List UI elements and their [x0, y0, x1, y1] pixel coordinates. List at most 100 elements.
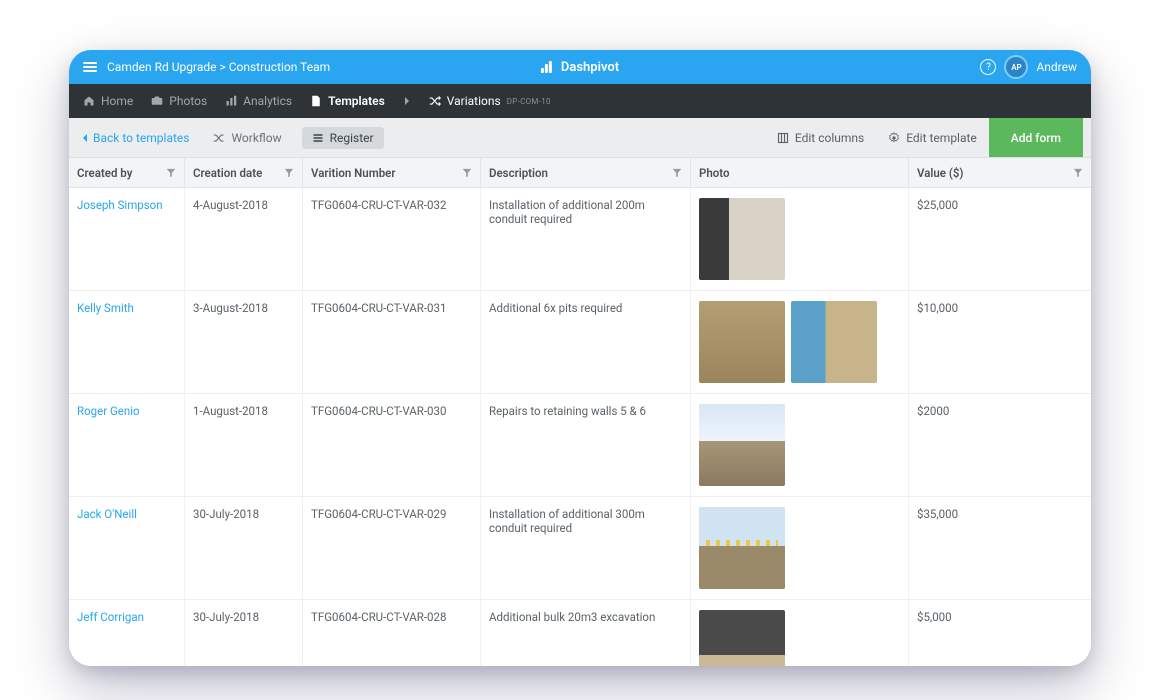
- nav-variations-label: Variations: [447, 94, 501, 108]
- column-photo-label: Photo: [699, 166, 730, 180]
- cell-variation-number: TFG0604-CRU-CT-VAR-028: [303, 600, 481, 666]
- nav-variations-code: DP-COM-10: [507, 97, 551, 106]
- cell-value: $5,000: [909, 600, 1091, 666]
- cell-description: Additional bulk 20m3 excavation: [481, 600, 691, 666]
- cell-created-by[interactable]: Roger Genio: [69, 394, 185, 496]
- table-row[interactable]: Jack O'Neill30-July-2018TFG0604-CRU-CT-V…: [69, 497, 1091, 600]
- table-row[interactable]: Kelly Smith3-August-2018TFG0604-CRU-CT-V…: [69, 291, 1091, 394]
- edit-columns-button[interactable]: Edit columns: [765, 118, 876, 157]
- column-variation-number[interactable]: Varition Number: [303, 158, 481, 187]
- cell-creation-date: 30-July-2018: [185, 497, 303, 599]
- column-value[interactable]: Value ($): [909, 158, 1091, 187]
- data-table: Created by Creation date Varition Number…: [69, 158, 1091, 666]
- document-icon: [310, 95, 322, 107]
- app-window: Camden Rd Upgrade > Construction Team Da…: [69, 50, 1091, 666]
- shuffle-icon: [429, 95, 441, 107]
- columns-icon: [777, 132, 789, 144]
- column-value-label: Value ($): [917, 166, 963, 180]
- column-created-by[interactable]: Created by: [69, 158, 185, 187]
- column-photo[interactable]: Photo: [691, 158, 909, 187]
- add-form-button[interactable]: Add form: [989, 118, 1083, 157]
- cell-variation-number: TFG0604-CRU-CT-VAR-032: [303, 188, 481, 290]
- edit-template-label: Edit template: [906, 131, 977, 145]
- list-icon: [312, 132, 324, 144]
- edit-template-button[interactable]: Edit template: [876, 118, 989, 157]
- cell-value: $2000: [909, 394, 1091, 496]
- cell-created-by[interactable]: Jeff Corrigan: [69, 600, 185, 666]
- tab-register-label: Register: [330, 131, 374, 145]
- cell-description: Repairs to retaining walls 5 & 6: [481, 394, 691, 496]
- table-row[interactable]: Jeff Corrigan30-July-2018TFG0604-CRU-CT-…: [69, 600, 1091, 666]
- nav-home-label: Home: [101, 94, 133, 108]
- cell-variation-number: TFG0604-CRU-CT-VAR-029: [303, 497, 481, 599]
- table-row[interactable]: Joseph Simpson4-August-2018TFG0604-CRU-C…: [69, 188, 1091, 291]
- column-creation-date[interactable]: Creation date: [185, 158, 303, 187]
- cell-photo: [691, 291, 909, 393]
- nav-analytics-label: Analytics: [243, 94, 292, 108]
- shuffle-icon: [213, 132, 225, 144]
- hamburger-menu-icon[interactable]: [83, 62, 97, 72]
- cell-photo: [691, 188, 909, 290]
- tab-workflow[interactable]: Workflow: [203, 127, 291, 149]
- analytics-icon: [225, 95, 237, 107]
- photo-thumbnail[interactable]: [699, 610, 785, 666]
- titlebar: Camden Rd Upgrade > Construction Team Da…: [69, 50, 1091, 84]
- brand-name: Dashpivot: [561, 60, 619, 75]
- filter-icon[interactable]: [462, 168, 472, 178]
- photo-thumbnail[interactable]: [791, 301, 877, 383]
- username[interactable]: Andrew: [1036, 60, 1077, 74]
- photo-thumbnail[interactable]: [699, 404, 785, 486]
- avatar[interactable]: AP: [1006, 57, 1026, 77]
- cell-creation-date: 3-August-2018: [185, 291, 303, 393]
- nav-photos[interactable]: Photos: [151, 94, 207, 108]
- cell-description: Installation of additional 300m conduit …: [481, 497, 691, 599]
- table-header: Created by Creation date Varition Number…: [69, 158, 1091, 188]
- help-icon[interactable]: ?: [980, 59, 996, 75]
- gear-icon: [888, 132, 900, 144]
- cell-creation-date: 4-August-2018: [185, 188, 303, 290]
- nav-photos-label: Photos: [169, 94, 207, 108]
- cell-photo: [691, 600, 909, 666]
- nav-templates-label: Templates: [328, 94, 385, 108]
- home-icon: [83, 95, 95, 107]
- cell-creation-date: 1-August-2018: [185, 394, 303, 496]
- nav-analytics[interactable]: Analytics: [225, 94, 292, 108]
- filter-icon[interactable]: [166, 168, 176, 178]
- photo-thumbnail[interactable]: [699, 198, 785, 280]
- nav-bar: Home Photos Analytics Templates Variatio…: [69, 84, 1091, 118]
- brand: Dashpivot: [541, 60, 619, 75]
- back-label: Back to templates: [93, 131, 189, 145]
- column-created-by-label: Created by: [77, 166, 132, 180]
- back-to-templates-link[interactable]: Back to templates: [77, 131, 193, 145]
- cell-variation-number: TFG0604-CRU-CT-VAR-031: [303, 291, 481, 393]
- nav-templates[interactable]: Templates: [310, 94, 385, 108]
- breadcrumb[interactable]: Camden Rd Upgrade > Construction Team: [107, 60, 330, 74]
- column-description[interactable]: Description: [481, 158, 691, 187]
- brand-bars-icon: [541, 61, 555, 73]
- nav-home[interactable]: Home: [83, 94, 133, 108]
- edit-columns-label: Edit columns: [795, 131, 864, 145]
- toolbar: Back to templates Workflow Register Edit…: [69, 118, 1091, 158]
- photo-thumbnail[interactable]: [699, 507, 785, 589]
- tab-register[interactable]: Register: [302, 127, 384, 149]
- photo-thumbnail[interactable]: [699, 301, 785, 383]
- filter-icon[interactable]: [672, 168, 682, 178]
- table-row[interactable]: Roger Genio1-August-2018TFG0604-CRU-CT-V…: [69, 394, 1091, 497]
- tab-workflow-label: Workflow: [231, 131, 281, 145]
- filter-icon[interactable]: [284, 168, 294, 178]
- cell-created-by[interactable]: Joseph Simpson: [69, 188, 185, 290]
- cell-photo: [691, 394, 909, 496]
- add-form-label: Add form: [1011, 131, 1061, 145]
- cell-description: Additional 6x pits required: [481, 291, 691, 393]
- cell-created-by[interactable]: Jack O'Neill: [69, 497, 185, 599]
- cell-created-by[interactable]: Kelly Smith: [69, 291, 185, 393]
- column-description-label: Description: [489, 166, 548, 180]
- cell-photo: [691, 497, 909, 599]
- cell-value: $25,000: [909, 188, 1091, 290]
- cell-value: $10,000: [909, 291, 1091, 393]
- chevron-right-icon: [403, 96, 411, 106]
- cell-creation-date: 30-July-2018: [185, 600, 303, 666]
- cell-variation-number: TFG0604-CRU-CT-VAR-030: [303, 394, 481, 496]
- filter-icon[interactable]: [1073, 168, 1083, 178]
- nav-variations[interactable]: Variations DP-COM-10: [429, 94, 551, 108]
